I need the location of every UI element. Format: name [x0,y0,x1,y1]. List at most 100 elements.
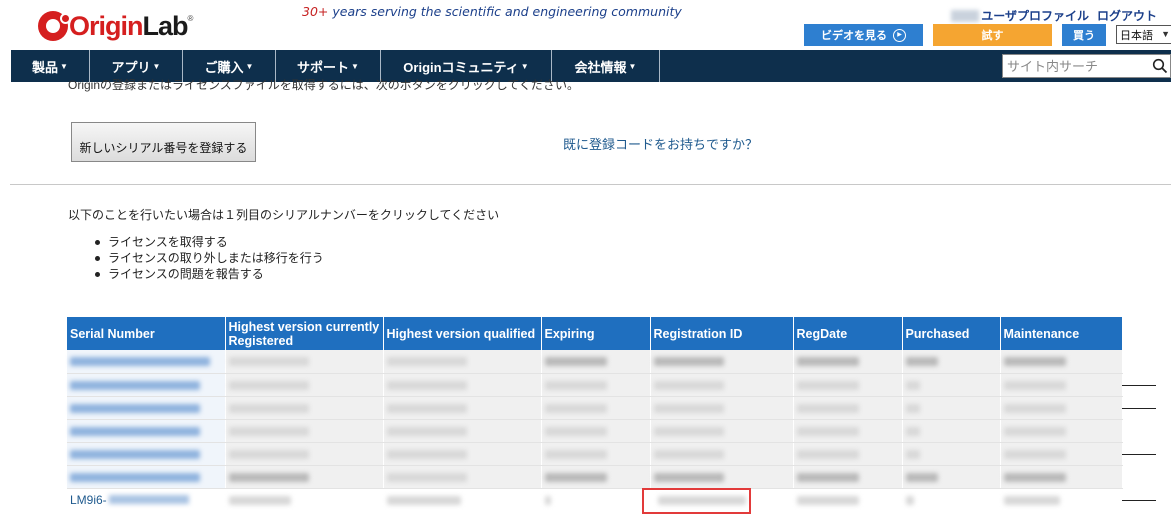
table-cell [650,442,794,466]
table-cell [650,465,794,489]
logo-o-mark [38,11,71,41]
blurred-serial-link[interactable] [70,472,200,482]
language-select[interactable]: 日本語 ▼ [1116,25,1171,44]
table-cell [650,373,794,397]
caret-down-icon: ▼ [520,61,529,71]
blurred-serial-link[interactable] [70,449,200,459]
blurred-serial-link[interactable] [70,357,210,367]
serial-prefix: LM9i6- [70,492,107,507]
try-button[interactable]: 試す [933,24,1052,46]
table-cell [383,465,542,489]
table-cell [383,396,542,420]
table-cell [541,488,651,511]
register-intro-text: Originの登録またはライセンスファイルを取得するには、次のボタンをクリックし… [68,78,580,92]
table-cell [541,465,651,489]
table-cell [793,419,903,443]
serial-number-cell[interactable]: LM9i6- [67,488,226,511]
header-serial-number[interactable]: Serial Number [67,317,226,350]
table-row [67,465,1123,489]
table-cell [650,350,794,374]
table-cell [1000,396,1156,420]
serial-number-cell[interactable] [67,419,226,443]
watch-video-button[interactable]: ビデオを見る ▶ [804,24,923,46]
site-search [1002,54,1171,78]
table-header-row: Serial Number Highest version currently … [67,317,1123,350]
register-new-serial-button[interactable]: 新しいシリアル番号を登録する [71,122,256,162]
table-row: LM9i6- [67,488,1156,511]
row-tail-line [1121,384,1156,386]
username-blurred [951,9,980,22]
header-expiring[interactable]: Expiring [541,317,651,350]
table-cell [650,396,794,420]
header-highest-registered[interactable]: Highest version currently Registered [225,317,384,350]
serial-number-cell[interactable] [67,350,226,374]
table-cell [383,373,542,397]
search-input[interactable] [1003,58,1151,74]
table-cell [225,350,384,374]
serial-number-link[interactable]: LM9i6- [70,493,222,507]
list-item: ライセンスを取得する [92,234,324,250]
have-registration-code-link[interactable]: 既に登録コードをお持ちですか？ [563,134,758,153]
serial-number-cell[interactable] [67,396,226,420]
header-highest-qualified[interactable]: Highest version qualified [383,317,542,350]
tagline: 30+ years serving the scientific and eng… [302,4,682,19]
blurred-serial-link[interactable] [70,403,200,413]
logo-word-lab: Lab [142,10,189,41]
table-cell [541,373,651,397]
search-icon[interactable] [1152,58,1168,74]
serial-number-cell[interactable] [67,442,226,466]
list-item: ライセンスの問題を報告する [92,266,324,282]
play-icon: ▶ [893,28,906,42]
row-tail-line [1121,407,1156,409]
table-cell [225,442,384,466]
action-list: ライセンスを取得する ライセンスの取り外しまたは移行を行う ライセンスの問題を報… [92,234,324,282]
caret-down-icon: ▼ [152,61,161,71]
table-row [67,396,1156,420]
table-cell [793,396,903,420]
logo-word-origin: Origin [69,10,143,41]
table-cell [902,488,1001,511]
originlab-logo[interactable]: Origin Lab ® [38,10,198,42]
caret-down-icon: ▼ [60,61,68,71]
language-value: 日本語 [1120,29,1153,42]
table-cell [650,488,794,511]
serial-blurred-suffix [108,495,189,505]
table-cell [1000,465,1123,489]
blurred-serial-link[interactable] [70,426,200,436]
row-tail-line [1121,499,1156,501]
serial-number-cell[interactable] [67,465,226,489]
table-cell [793,350,903,374]
table-cell [1000,488,1156,511]
tagline-text: years serving the scientific and enginee… [328,4,682,19]
table-cell [902,350,1001,374]
table-cell [383,488,542,511]
table-cell [1000,442,1156,466]
header-regdate[interactable]: RegDate [793,317,903,350]
header-registration-id[interactable]: Registration ID [650,317,794,350]
nav-item-label: 製品 [32,59,59,75]
header-purchased[interactable]: Purchased [902,317,1001,350]
blurred-serial-link[interactable] [70,380,200,390]
logout-link[interactable]: ログアウト [1097,7,1157,24]
table-cell [793,465,903,489]
buy-button[interactable]: 買う [1062,24,1106,46]
caret-down-icon: ▼ [245,61,254,71]
table-cell [541,350,651,374]
table-row [67,419,1123,443]
try-label: 試す [981,30,1004,42]
table-cell [383,350,542,374]
table-row [67,350,1123,374]
caret-down-icon: ▼ [351,61,359,71]
user-profile-link[interactable]: ユーザプロファイル [981,7,1089,24]
table-row [67,373,1156,397]
table-cell [902,465,1001,489]
serial-number-cell[interactable] [67,373,226,397]
header-maintenance[interactable]: Maintenance [1000,317,1123,350]
table-cell [902,442,1001,466]
table-cell [650,419,794,443]
user-links: ユーザプロファイル ログアウト [951,7,1157,24]
section-divider [10,184,1171,185]
table-cell [541,442,651,466]
nav-item-label: Originコミュニティ [403,59,519,75]
nav-item-label: ご購入 [204,59,244,75]
